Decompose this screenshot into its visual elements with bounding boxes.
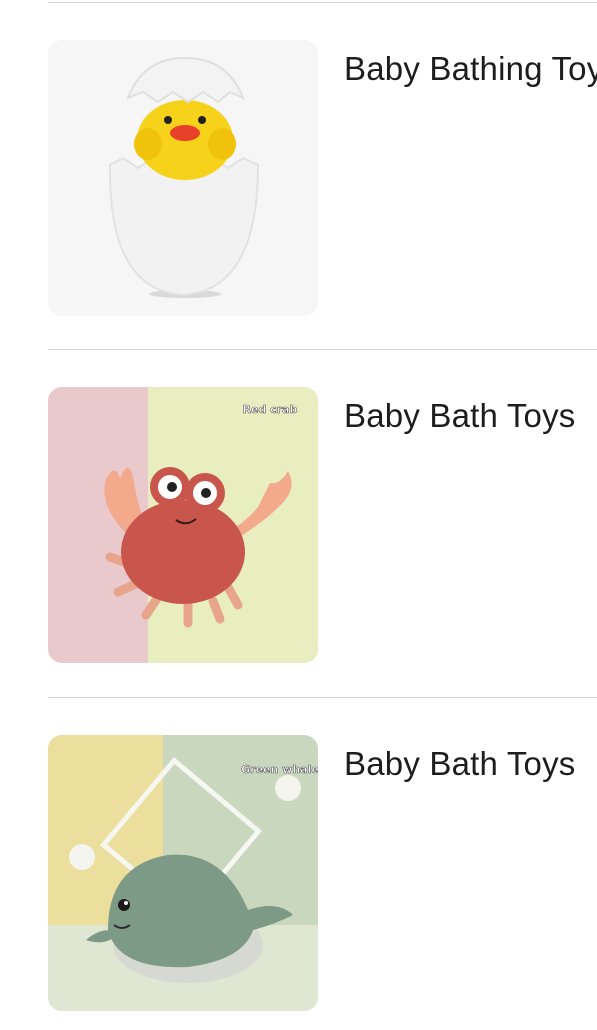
top-divider [48, 2, 597, 3]
product-title[interactable]: Baby Bath Toys [344, 745, 576, 783]
product-title[interactable]: Baby Bath Toys [344, 397, 576, 435]
divider [48, 697, 597, 698]
product-image[interactable]: Green whale [48, 735, 318, 1011]
product-image[interactable] [48, 40, 318, 316]
product-row-duck[interactable]: Baby Bathing Toys [0, 40, 597, 320]
whale-toy-icon: Green whale [48, 735, 318, 1011]
crab-toy-icon: Red crab [48, 387, 318, 663]
product-image[interactable]: Red crab [48, 387, 318, 663]
product-row-whale[interactable]: Green whale Baby Bath Toys [0, 735, 597, 1015]
badge-text: Green whale [241, 763, 318, 776]
badge-text: Red crab [243, 403, 298, 416]
product-row-crab[interactable]: Red crab Baby Bath Toys [0, 387, 597, 667]
product-title[interactable]: Baby Bathing Toys [344, 50, 597, 88]
divider [48, 349, 597, 350]
duck-egg-toy-icon [48, 40, 318, 316]
